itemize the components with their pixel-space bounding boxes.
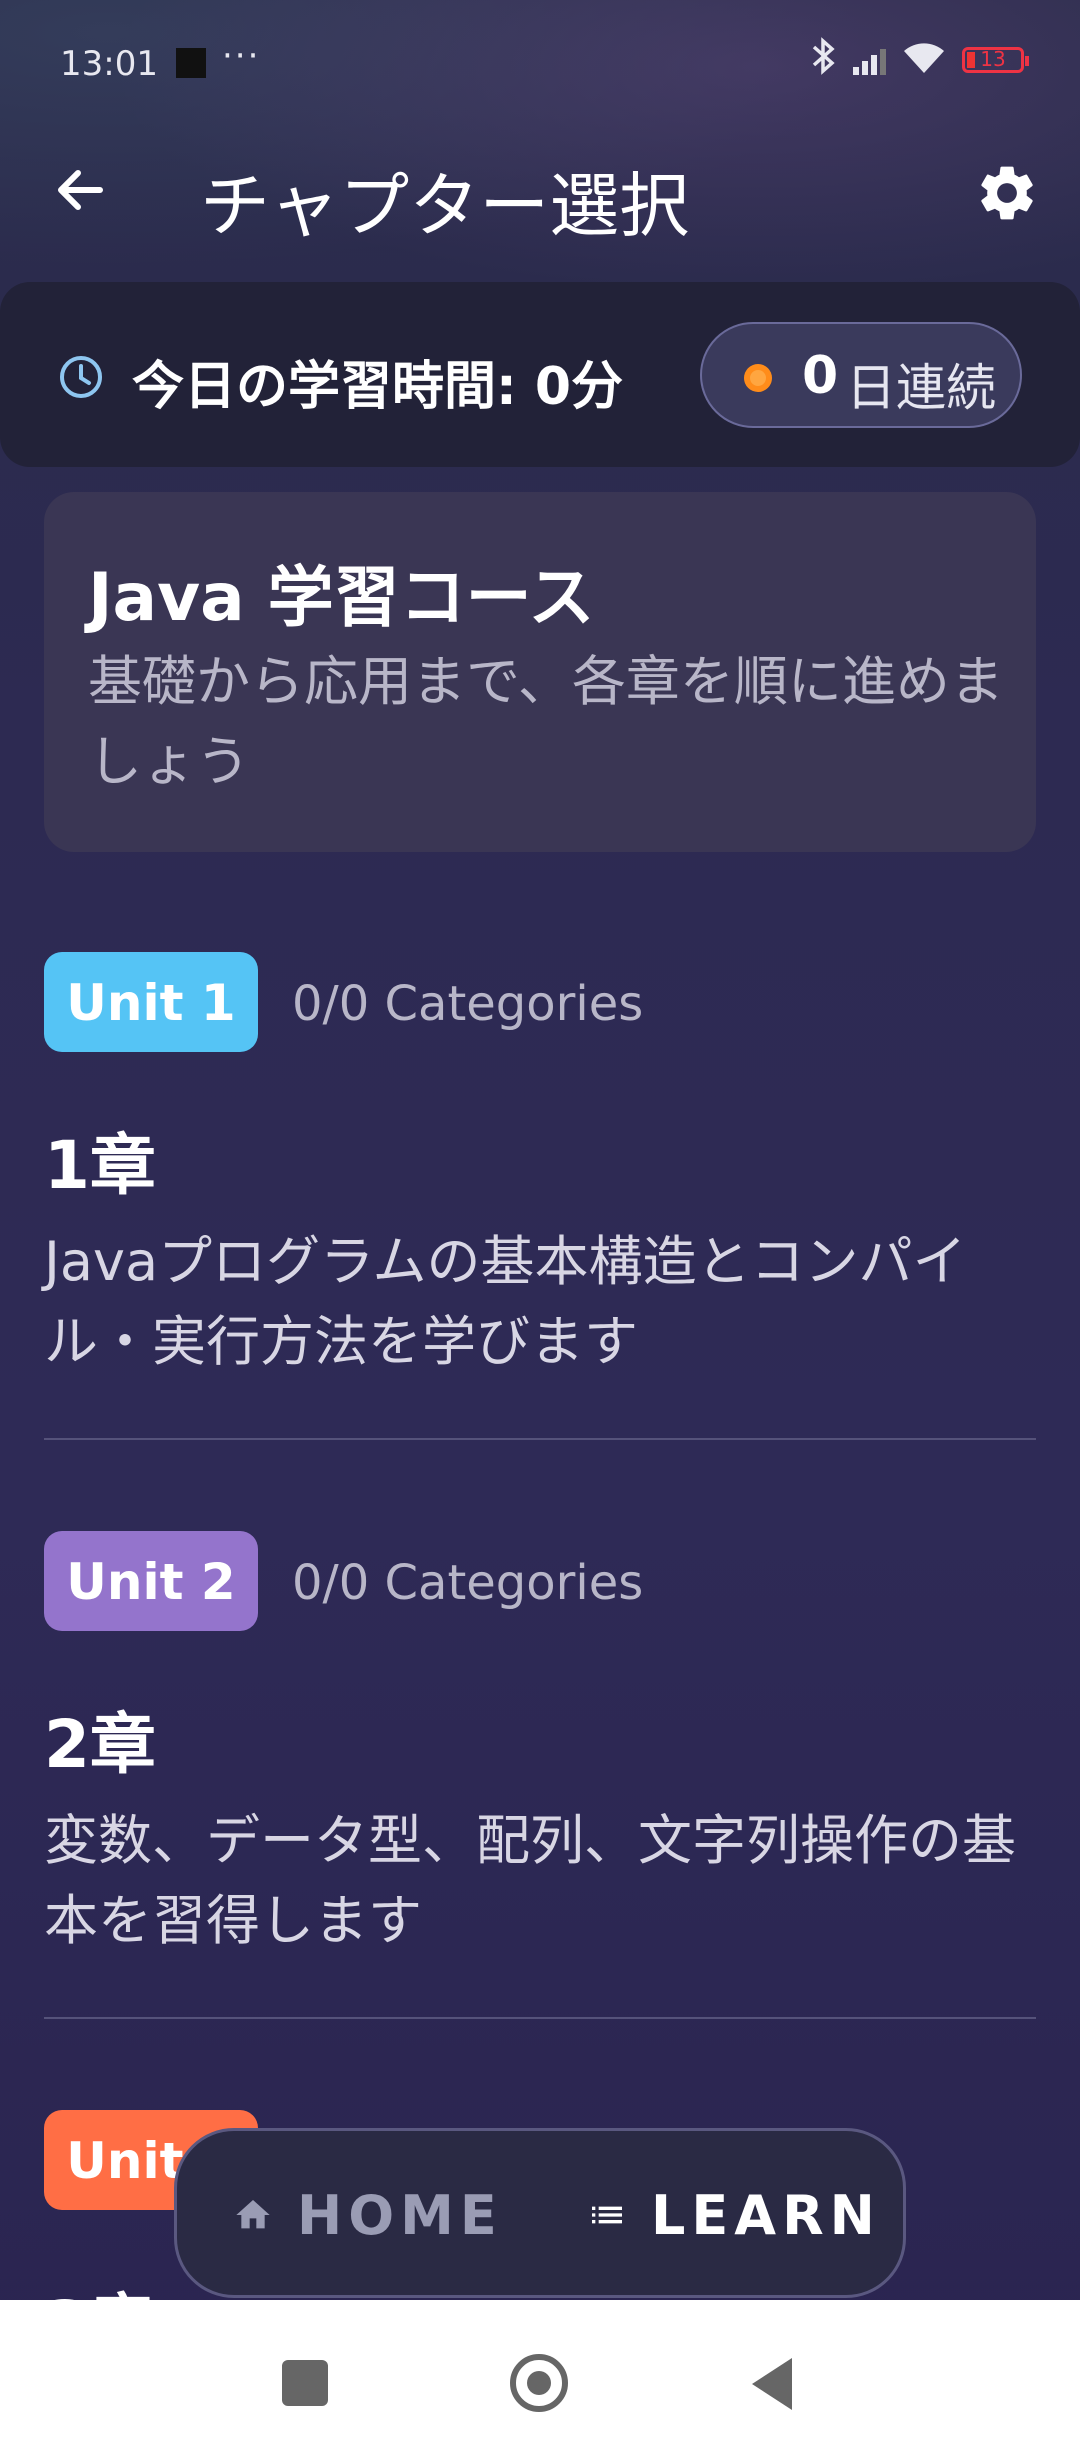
nav-home-button[interactable]: HOME (233, 2183, 503, 2247)
unit-badge-label: Unit 2 (66, 1553, 236, 1611)
course-subtitle: 基礎から応用まで、各章を順に進めましょう (88, 650, 1004, 793)
page-title: チャプター選択 (200, 165, 690, 247)
nav-learn-button[interactable]: LEARN (587, 2183, 881, 2247)
nav-learn-label: LEARN (651, 2183, 881, 2247)
more-notifications-icon: ··· (222, 36, 261, 76)
home-circle-icon (527, 2371, 551, 2395)
streak-count: 0 (802, 346, 839, 406)
battery-level: 13 (980, 47, 1006, 71)
divider (44, 2017, 1036, 2019)
bluetooth-icon (811, 36, 837, 85)
gear-icon (981, 166, 1033, 220)
study-time-text: 今日の学習時間: 0分 (132, 357, 624, 417)
signal-icon (853, 45, 886, 75)
course-title: Java 学習コース (88, 559, 595, 636)
chapter-description: Javaプログラムの基本構造とコンパイル・実行方法を学びます (44, 1230, 967, 1373)
unit-badge-label: Unit 1 (66, 974, 236, 1032)
notification-icon (176, 48, 206, 78)
system-navigation-bar (0, 2300, 1080, 2460)
unit-categories: 0/0 Categories (292, 1555, 644, 1611)
status-time: 13:01 (60, 44, 158, 84)
battery-icon: 13 (962, 47, 1029, 73)
back-button[interactable] (50, 160, 110, 220)
system-home-button[interactable] (510, 2354, 568, 2412)
flame-icon (740, 359, 776, 395)
nav-home-label: HOME (297, 2183, 503, 2247)
app-header: チャプター選択 (0, 140, 1080, 250)
unit-badge: Unit 1 (44, 952, 258, 1052)
chapter-title: 1章 (44, 1127, 156, 1204)
status-bar: 13:01 ··· 13 (0, 0, 1080, 130)
course-card: Java 学習コース 基礎から応用まで、各章を順に進めましょう (44, 492, 1036, 852)
list-icon (592, 2206, 622, 2224)
arrow-left-icon (58, 170, 103, 210)
streak-label: 日連続 (846, 359, 996, 417)
clock-icon (58, 354, 104, 400)
streak-badge: 0 日連続 (700, 322, 1022, 428)
study-stats-bar: 今日の学習時間: 0分 0 日連続 (0, 282, 1080, 467)
unit-badge: Unit 2 (44, 1531, 258, 1631)
recents-button[interactable] (282, 2360, 328, 2406)
home-icon (236, 2200, 270, 2229)
unit-categories: 0/0 Categories (292, 976, 644, 1032)
bottom-navigation: HOME LEARN (174, 2128, 906, 2298)
divider (44, 1438, 1036, 1440)
chapter-title: 2章 (44, 1706, 156, 1783)
status-icons: 13 (811, 36, 1029, 80)
settings-button[interactable] (974, 160, 1040, 226)
chapter-description: 変数、データ型、配列、文字列操作の基本を習得します (44, 1809, 1016, 1952)
wifi-icon (902, 41, 946, 79)
system-back-button[interactable] (752, 2358, 792, 2410)
